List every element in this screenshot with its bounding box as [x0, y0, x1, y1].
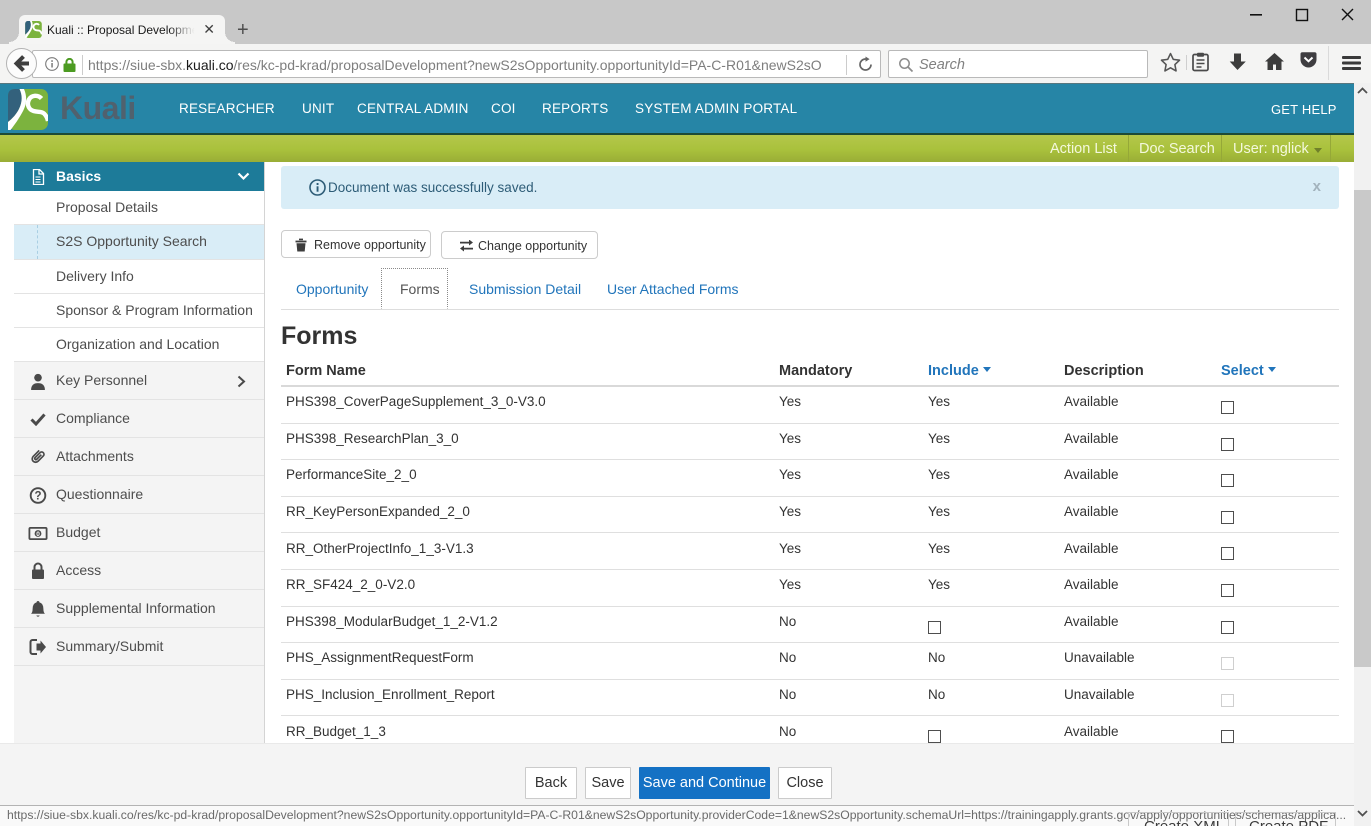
svg-text:?: ? — [34, 491, 41, 503]
svg-text:0: 0 — [36, 531, 40, 538]
